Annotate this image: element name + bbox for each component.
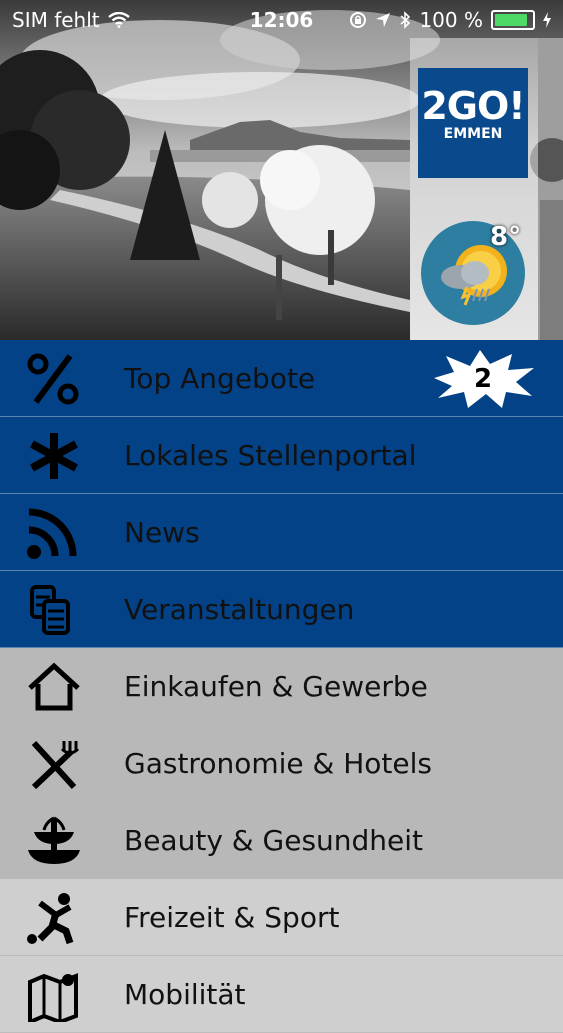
rss-icon	[27, 508, 77, 559]
map-icon	[28, 973, 78, 1022]
percent-icon	[27, 353, 79, 405]
rotation-lock-icon	[350, 12, 367, 28]
menu-item-beauty[interactable]: Beauty & Gesundheit	[0, 802, 563, 879]
menu-item-label: Mobilität	[124, 978, 246, 1011]
menu-item-label: Veranstaltungen	[124, 593, 355, 626]
main-menu: Top Angebote 2 Lokales Stellenportal New…	[0, 340, 563, 1033]
battery-icon	[491, 10, 535, 30]
status-bar: SIM fehlt 12:06 100 %	[0, 0, 563, 38]
battery-percent: 100 %	[419, 8, 483, 32]
person-ball-icon	[27, 893, 74, 945]
status-right: 100 %	[349, 8, 551, 32]
knife-fork-icon	[31, 740, 80, 790]
location-arrow-icon	[376, 13, 391, 27]
tickets-icon	[30, 585, 70, 635]
bluetooth-icon	[400, 11, 411, 29]
house-icon	[28, 662, 80, 711]
menu-item-label: Lokales Stellenportal	[124, 439, 417, 472]
temperature-label: 8°	[490, 222, 522, 252]
logo-text: 2GO!	[421, 84, 525, 128]
menu-item-label: Beauty & Gesundheit	[124, 824, 424, 857]
asterisk-icon	[30, 433, 78, 479]
menu-item-news[interactable]: News	[0, 494, 563, 571]
logo-subtext: EMMEN	[443, 126, 503, 142]
offers-count-badge: 2	[430, 348, 536, 412]
menu-item-stellenportal[interactable]: Lokales Stellenportal	[0, 417, 563, 494]
header-photo: SIM fehlt 12:06 100 % 2GO! EMMEN 8°	[0, 0, 563, 340]
menu-item-label: Einkaufen & Gewerbe	[124, 670, 428, 703]
menu-item-label: News	[124, 516, 200, 549]
badge-count: 2	[473, 364, 493, 394]
app-logo[interactable]: 2GO! EMMEN	[418, 68, 528, 178]
menu-item-top-angebote[interactable]: Top Angebote 2	[0, 340, 563, 417]
menu-item-label: Gastronomie & Hotels	[124, 747, 432, 780]
menu-item-einkaufen[interactable]: Einkaufen & Gewerbe	[0, 648, 563, 725]
menu-item-freizeit[interactable]: Freizeit & Sport	[0, 879, 563, 956]
menu-item-veranstaltungen[interactable]: Veranstaltungen	[0, 571, 563, 648]
menu-item-mobilitaet[interactable]: Mobilität	[0, 956, 563, 1033]
fountain-icon	[28, 816, 80, 864]
menu-item-gastronomie[interactable]: Gastronomie & Hotels	[0, 725, 563, 802]
menu-item-label: Top Angebote	[124, 362, 316, 395]
charging-bolt-icon	[543, 12, 551, 28]
menu-item-label: Freizeit & Sport	[124, 901, 340, 934]
